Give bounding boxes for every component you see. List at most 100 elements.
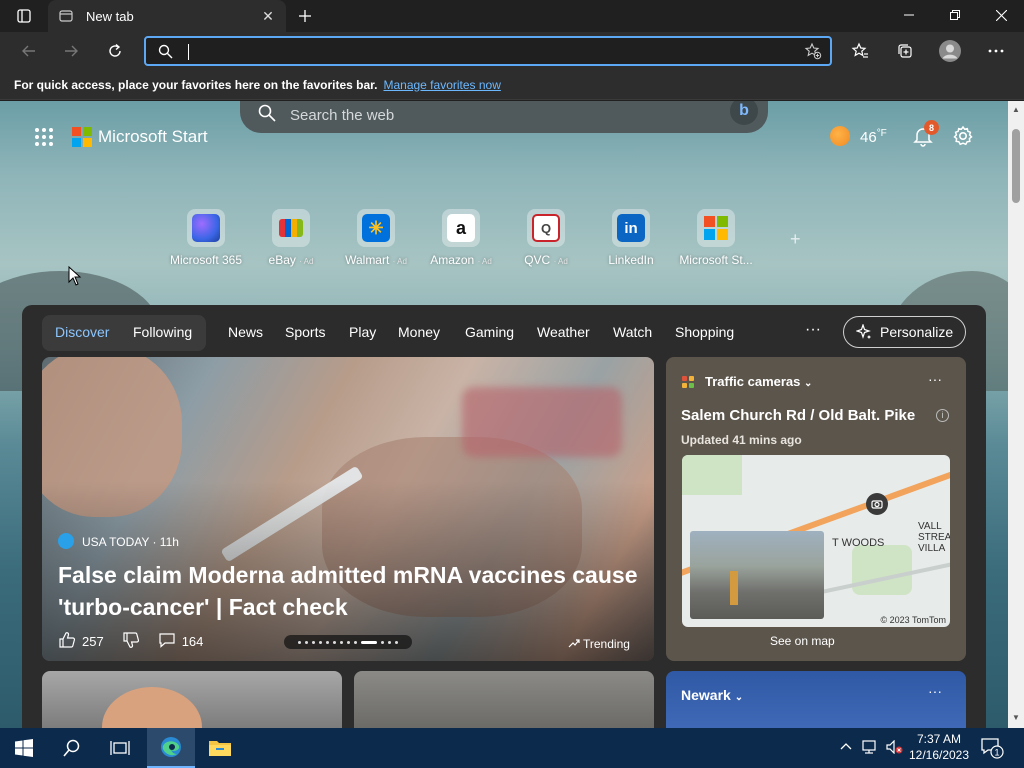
carousel-dot[interactable] [319, 640, 322, 644]
hero-article-card[interactable]: USA TODAY · 11h False claim Moderna admi… [42, 357, 654, 661]
carousel-dot[interactable] [388, 640, 391, 644]
page-scrollbar[interactable]: ▲ ▼ [1008, 101, 1024, 728]
tab-news[interactable]: News [228, 324, 263, 340]
browser-tab[interactable]: New tab ✕ [48, 0, 286, 32]
sun-weather-icon[interactable] [830, 126, 850, 146]
settings-more-icon[interactable] [981, 36, 1011, 66]
tab-shopping[interactable]: Shopping [675, 324, 734, 340]
add-favorite-icon[interactable] [804, 42, 822, 65]
manage-favorites-link[interactable]: Manage favorites now [383, 78, 500, 92]
tab-following[interactable]: Following [133, 324, 192, 340]
info-icon[interactable]: i [936, 409, 949, 422]
close-tab-icon[interactable]: ✕ [256, 4, 280, 28]
brand-title[interactable]: Microsoft Start [98, 127, 208, 147]
carousel-indicator[interactable] [284, 635, 412, 649]
card-more-options-icon[interactable]: ··· [928, 371, 942, 387]
camera-snapshot[interactable] [690, 531, 824, 619]
quick-link-microsoft-store[interactable]: Microsoft St... [670, 209, 762, 267]
tab-watch[interactable]: Watch [613, 324, 652, 340]
bing-chat-icon[interactable]: b [730, 101, 758, 125]
profile-avatar[interactable] [935, 36, 965, 66]
microsoft-store-icon [704, 216, 728, 240]
ebay-icon [279, 219, 303, 237]
scrollbar-thumb[interactable] [1012, 129, 1020, 203]
address-bar[interactable] [144, 36, 832, 66]
taskbar-search-icon[interactable] [48, 728, 96, 768]
card-more-options-icon[interactable]: ··· [928, 683, 942, 699]
taskbar-clock[interactable]: 7:37 AM 12/16/2023 [904, 731, 974, 763]
scroll-down-arrow-icon[interactable]: ▼ [1012, 713, 1020, 722]
carousel-dot[interactable] [326, 640, 329, 644]
quick-link-linkedin[interactable]: in LinkedIn [585, 209, 677, 267]
comment-icon[interactable] [158, 631, 176, 652]
show-hidden-icons-chevron-icon[interactable] [840, 740, 852, 754]
article-source[interactable]: USA TODAY · 11h [82, 535, 179, 549]
microsoft-365-icon [192, 214, 220, 242]
traffic-cameras-card[interactable]: Traffic cameras ⌄ ··· Salem Church Rd / … [666, 357, 966, 661]
carousel-dot[interactable] [361, 640, 377, 644]
tab-actions-menu-icon[interactable] [12, 6, 36, 26]
weather-card[interactable]: Newark ⌄ ··· [666, 671, 966, 728]
more-tabs-icon[interactable]: ··· [805, 321, 821, 339]
close-window-button[interactable] [978, 0, 1024, 30]
minimize-button[interactable] [886, 0, 932, 30]
restore-button[interactable] [932, 0, 978, 30]
weather-temperature[interactable]: 46°F [860, 128, 887, 146]
network-icon[interactable] [862, 740, 880, 757]
carousel-dot[interactable] [305, 640, 308, 644]
article-headline[interactable]: False claim Moderna admitted mRNA vaccin… [58, 559, 648, 623]
start-button[interactable] [0, 728, 48, 768]
file-explorer-icon[interactable] [196, 728, 244, 768]
camera-snapshot-pole [730, 571, 738, 605]
carousel-dot[interactable] [298, 640, 301, 644]
traffic-light-icon [682, 376, 694, 388]
quick-link-amazon[interactable]: a Amazon · Ad [415, 209, 507, 267]
tab-weather[interactable]: Weather [537, 324, 590, 340]
volume-muted-icon[interactable] [886, 739, 904, 757]
refresh-button[interactable] [100, 36, 130, 66]
back-button[interactable] [14, 36, 44, 66]
tab-play[interactable]: Play [349, 324, 376, 340]
tab-gaming[interactable]: Gaming [465, 324, 514, 340]
traffic-cameras-title[interactable]: Traffic cameras ⌄ [705, 374, 812, 389]
quick-link-ebay[interactable]: eBay · Ad [245, 209, 337, 267]
carousel-dot[interactable] [354, 640, 357, 644]
clock-date: 12/16/2023 [908, 748, 970, 762]
quick-link-qvc[interactable]: Q QVC · Ad [500, 209, 592, 267]
carousel-dot[interactable] [395, 640, 398, 644]
carousel-dot[interactable] [340, 640, 343, 644]
notification-count-badge: 8 [924, 120, 939, 135]
carousel-dot[interactable] [381, 640, 384, 644]
article-card[interactable] [42, 671, 342, 728]
article-image-face [102, 687, 202, 728]
page-settings-gear-icon[interactable] [952, 125, 974, 152]
collections-icon[interactable] [890, 36, 920, 66]
see-on-map-link[interactable]: See on map [770, 634, 835, 648]
tab-money[interactable]: Money [398, 324, 440, 340]
scroll-up-arrow-icon[interactable]: ▲ [1012, 105, 1020, 114]
tab-sports[interactable]: Sports [285, 324, 325, 340]
action-center-icon[interactable]: 1 [980, 736, 1004, 765]
favorites-icon[interactable] [845, 36, 875, 66]
task-view-icon[interactable] [96, 728, 144, 768]
quick-link-microsoft-365[interactable]: Microsoft 365 [160, 209, 252, 267]
app-launcher-icon[interactable] [34, 127, 54, 152]
carousel-dot[interactable] [347, 640, 350, 644]
web-search-box[interactable]: Search the web b [240, 101, 768, 133]
carousel-dot[interactable] [333, 640, 336, 644]
thumbs-up-icon[interactable] [58, 631, 76, 652]
forward-button[interactable] [56, 36, 86, 66]
weather-location[interactable]: Newark ⌄ [681, 687, 743, 703]
new-tab-button[interactable] [292, 4, 318, 28]
quick-link-walmart[interactable]: ✳ Walmart · Ad [330, 209, 422, 267]
traffic-map[interactable]: T WOODS VALL STREA VILLA © 2023 TomTom [682, 455, 950, 627]
camera-pin-icon[interactable] [866, 493, 888, 515]
thumbs-down-icon[interactable] [122, 631, 140, 652]
tab-discover[interactable]: Discover [55, 324, 109, 340]
article-card[interactable] [354, 671, 654, 728]
carousel-dot[interactable] [312, 640, 315, 644]
edge-taskbar-icon[interactable] [147, 728, 195, 768]
add-quick-link-icon[interactable]: + [790, 229, 801, 250]
search-icon [158, 44, 173, 64]
personalize-button[interactable]: Personalize [843, 316, 966, 348]
